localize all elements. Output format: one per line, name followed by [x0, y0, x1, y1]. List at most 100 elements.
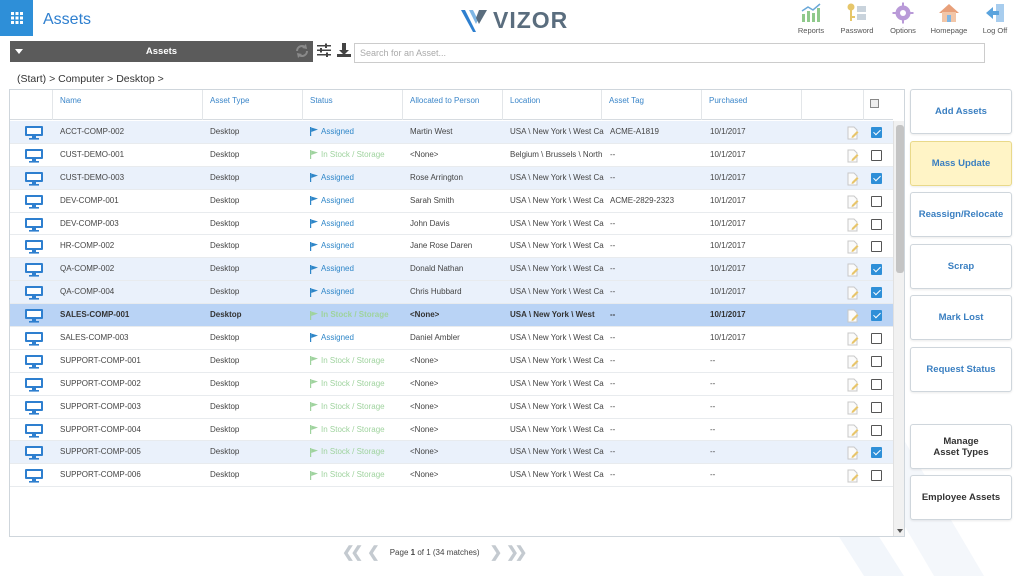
- scrollbar-thumb[interactable]: [896, 125, 904, 273]
- table-row[interactable]: SALES-COMP-003 Desktop Assigned Daniel Ambl…: [10, 327, 893, 350]
- edit-icon[interactable]: [847, 195, 859, 209]
- nav-password[interactable]: Password: [834, 2, 880, 35]
- asset-name[interactable]: SUPPORT-COMP-006: [60, 464, 200, 486]
- scroll-down-arrow-icon[interactable]: [897, 529, 903, 533]
- edit-icon[interactable]: [847, 355, 859, 369]
- reassign-relocate-button[interactable]: Reassign/Relocate: [910, 192, 1012, 237]
- row-checkbox[interactable]: [871, 424, 882, 436]
- row-checkbox[interactable]: [871, 195, 882, 207]
- column-header-allocated-person[interactable]: Allocated to Person: [403, 90, 503, 120]
- row-checkbox[interactable]: [871, 172, 882, 184]
- asset-name[interactable]: SUPPORT-COMP-003: [60, 396, 200, 418]
- select-all-checkbox[interactable]: [870, 99, 879, 108]
- table-row[interactable]: SUPPORT-COMP-004 Desktop In Stock / Storag…: [10, 419, 893, 442]
- asset-name[interactable]: SUPPORT-COMP-005: [60, 441, 200, 463]
- asset-name[interactable]: SUPPORT-COMP-002: [60, 373, 200, 395]
- table-row[interactable]: DEV-COMP-001 Desktop Assigned Sarah Smith US…: [10, 190, 893, 213]
- row-checkbox[interactable]: [871, 401, 882, 413]
- row-checkbox[interactable]: [871, 287, 882, 299]
- employee-assets-button[interactable]: Employee Assets: [910, 475, 1012, 520]
- column-header-status[interactable]: Status: [303, 90, 403, 120]
- scrap-button[interactable]: Scrap: [910, 244, 1012, 289]
- search-input[interactable]: [354, 43, 985, 63]
- asset-name[interactable]: SALES-COMP-001: [60, 304, 200, 326]
- prev-page-button[interactable]: ❮: [367, 543, 379, 561]
- row-checkbox[interactable]: [871, 264, 882, 276]
- edit-icon[interactable]: [847, 218, 859, 232]
- asset-name[interactable]: CUST-DEMO-001: [60, 144, 200, 166]
- nav-logoff[interactable]: Log Off: [972, 2, 1018, 35]
- table-row[interactable]: SUPPORT-COMP-006 Desktop In Stock / Storag…: [10, 464, 893, 488]
- asset-name[interactable]: CUST-DEMO-003: [60, 167, 200, 189]
- asset-name[interactable]: DEV-COMP-001: [60, 190, 200, 212]
- edit-icon[interactable]: [847, 332, 859, 346]
- table-row[interactable]: HR-COMP-002 Desktop Assigned Jane Rose Dare…: [10, 235, 893, 259]
- row-checkbox[interactable]: [871, 127, 882, 138]
- table-row[interactable]: ACCT-COMP-002 Desktop Assigned Martin West U…: [10, 121, 893, 144]
- column-header-name[interactable]: Name: [53, 90, 203, 120]
- next-page-button[interactable]: ❯: [490, 543, 502, 561]
- nav-reports[interactable]: Reports: [788, 2, 834, 35]
- last-page-button[interactable]: ❯❯: [506, 543, 527, 561]
- refresh-icon[interactable]: [294, 43, 310, 59]
- app-menu-button[interactable]: [0, 0, 33, 36]
- download-icon[interactable]: [336, 42, 352, 58]
- mass-update-button[interactable]: Mass Update: [910, 141, 1012, 186]
- row-checkbox[interactable]: [871, 218, 882, 230]
- edit-icon[interactable]: [847, 149, 859, 163]
- asset-name[interactable]: SUPPORT-COMP-001: [60, 350, 200, 372]
- nav-options[interactable]: Options: [880, 2, 926, 35]
- manage-asset-types-button[interactable]: Manage Asset Types: [910, 424, 1012, 469]
- table-row[interactable]: SALES-COMP-001 Desktop In Stock / Storage <…: [10, 304, 893, 328]
- column-header-purchased[interactable]: Purchased: [702, 90, 802, 120]
- edit-icon[interactable]: [847, 172, 859, 186]
- edit-icon[interactable]: [847, 378, 859, 392]
- request-status-button[interactable]: Request Status: [910, 347, 1012, 392]
- edit-icon[interactable]: [847, 263, 859, 277]
- table-row[interactable]: QA-COMP-002 Desktop Assigned Donald Nathan U…: [10, 258, 893, 282]
- edit-icon[interactable]: [847, 286, 859, 300]
- desktop-computer-icon: [24, 331, 44, 347]
- table-row[interactable]: CUST-DEMO-003 Desktop Assigned Rose Arringt…: [10, 166, 893, 190]
- asset-name[interactable]: ACCT-COMP-002: [60, 121, 200, 143]
- table-row[interactable]: SUPPORT-COMP-005 Desktop In Stock / Storag…: [10, 441, 893, 465]
- column-header-asset-tag[interactable]: Asset Tag: [602, 90, 702, 120]
- grid-scrollbar[interactable]: [893, 121, 904, 536]
- asset-name[interactable]: DEV-COMP-003: [60, 213, 200, 235]
- asset-name[interactable]: SALES-COMP-003: [60, 327, 200, 349]
- asset-name[interactable]: HR-COMP-002: [60, 235, 200, 257]
- mark-lost-button[interactable]: Mark Lost: [910, 295, 1012, 340]
- asset-name[interactable]: SUPPORT-COMP-004: [60, 419, 200, 441]
- table-row[interactable]: DEV-COMP-003 Desktop Assigned John Davis USA…: [10, 213, 893, 236]
- edit-icon[interactable]: [847, 309, 859, 323]
- column-header-location[interactable]: Location: [503, 90, 602, 120]
- edit-icon[interactable]: [847, 401, 859, 415]
- asset-name[interactable]: QA-COMP-002: [60, 258, 200, 280]
- column-header-asset-type[interactable]: Asset Type: [203, 90, 303, 120]
- nav-homepage[interactable]: Homepage: [926, 2, 972, 35]
- edit-icon[interactable]: [847, 424, 859, 438]
- add-assets-button[interactable]: Add Assets: [910, 89, 1012, 134]
- first-page-button[interactable]: ❮❮: [342, 543, 363, 561]
- row-checkbox[interactable]: [871, 310, 882, 322]
- asset-name[interactable]: QA-COMP-004: [60, 281, 200, 303]
- table-row[interactable]: SUPPORT-COMP-002 Desktop In Stock / Storag…: [10, 373, 893, 396]
- table-row[interactable]: SUPPORT-COMP-001 Desktop In Stock / Storag…: [10, 350, 893, 373]
- table-row[interactable]: SUPPORT-COMP-003 Desktop In Stock / Storag…: [10, 396, 893, 419]
- row-checkbox[interactable]: [871, 149, 882, 161]
- row-checkbox[interactable]: [871, 355, 882, 367]
- edit-icon[interactable]: [847, 469, 859, 483]
- row-checkbox[interactable]: [871, 333, 882, 345]
- row-checkbox[interactable]: [871, 447, 882, 459]
- row-checkbox[interactable]: [871, 470, 882, 482]
- row-checkbox[interactable]: [871, 378, 882, 390]
- asset-category-dropdown[interactable]: Assets: [10, 41, 313, 62]
- edit-icon[interactable]: [847, 126, 859, 140]
- filter-settings-icon[interactable]: [316, 42, 332, 58]
- table-row[interactable]: QA-COMP-004 Desktop Assigned Chris Hubbard U…: [10, 281, 893, 305]
- table-row[interactable]: CUST-DEMO-001 Desktop In Stock / Storage <N…: [10, 144, 893, 167]
- allocated-person: <None>: [410, 378, 439, 388]
- edit-icon[interactable]: [847, 240, 859, 254]
- edit-icon[interactable]: [847, 446, 859, 460]
- row-checkbox[interactable]: [871, 241, 882, 253]
